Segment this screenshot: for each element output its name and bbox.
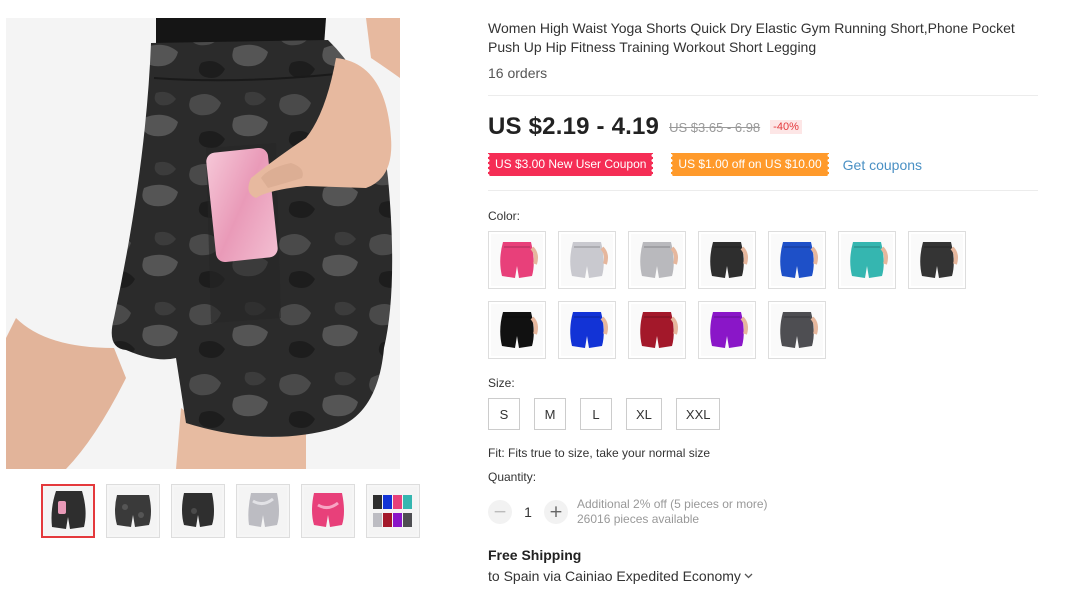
shipping-title: Free Shipping	[488, 547, 582, 563]
color-swatch-blue-tie-dye[interactable]	[768, 231, 826, 289]
color-swatch-black-camo-pocket[interactable]	[698, 231, 756, 289]
shipping-detail[interactable]: to Spain via Cainiao Expedited Economy	[488, 568, 753, 584]
shorts-thumbnail-icon	[239, 487, 287, 535]
product-title: Women High Waist Yoga Shorts Quick Dry E…	[488, 20, 1015, 55]
shorts-swatch-icon	[631, 304, 683, 356]
shipping-method: to Spain via Cainiao Expedited Economy	[488, 568, 741, 584]
color-swatch-black[interactable]	[488, 301, 546, 359]
shorts-swatch-icon	[631, 234, 683, 286]
stock-available: 26016 pieces available	[577, 512, 700, 526]
shorts-thumbnail-icon	[304, 487, 352, 535]
size-option-l[interactable]: L	[580, 398, 612, 430]
minus-icon[interactable]: −	[488, 500, 512, 524]
divider	[488, 95, 1038, 96]
quantity-label: Quantity:	[488, 470, 537, 484]
price-row: US $2.19 - 4.19 US $3.65 - 6.98 -40%	[488, 113, 802, 141]
thumbnail-6[interactable]	[366, 484, 420, 538]
color-swatch-teal-tie-dye[interactable]	[838, 231, 896, 289]
shorts-swatch-icon	[771, 304, 823, 356]
shorts-thumbnail-icon	[109, 487, 157, 535]
new-user-coupon[interactable]: US $3.00 New User Coupon	[485, 153, 656, 176]
color-label: Color:	[488, 209, 521, 223]
fit-note: Fit: Fits true to size, take your normal…	[488, 446, 711, 460]
original-price: US $3.65 - 6.98	[669, 119, 761, 135]
shorts-thumbnail-icon	[44, 487, 92, 535]
color-swatch-burgundy[interactable]	[628, 301, 686, 359]
discount-coupon[interactable]: US $1.00 off on US $10.00	[669, 153, 831, 176]
shorts-swatch-icon	[771, 234, 823, 286]
plus-icon[interactable]: +	[544, 500, 568, 524]
size-label: Size:	[488, 376, 515, 390]
shorts-swatch-icon	[491, 304, 543, 356]
coupon-row: US $3.00 New User Coupon US $1.00 off on…	[485, 153, 922, 176]
product-photo	[6, 18, 400, 469]
shorts-swatch-icon	[701, 234, 753, 286]
shorts-swatch-icon	[841, 234, 893, 286]
shorts-swatch-icon	[561, 304, 613, 356]
size-option-m[interactable]: M	[534, 398, 566, 430]
quantity-note: Additional 2% off (5 pieces or more) 260…	[577, 497, 768, 527]
shorts-thumbnail-icon	[174, 487, 222, 535]
thumbnail-5[interactable]	[301, 484, 355, 538]
discount-badge: -40%	[770, 120, 802, 134]
shorts-thumbnail-icon	[369, 487, 417, 535]
size-options: S M L XL XXL	[488, 398, 721, 430]
thumbnail-4[interactable]	[236, 484, 290, 538]
bulk-discount-note: Additional 2% off (5 pieces or more)	[577, 497, 768, 511]
color-swatch-grey-marble[interactable]	[628, 231, 686, 289]
color-swatch-pink-tie-dye[interactable]	[488, 231, 546, 289]
divider	[488, 190, 1038, 191]
color-swatch-black-camo[interactable]	[908, 231, 966, 289]
get-coupons-link[interactable]: Get coupons	[843, 157, 922, 173]
color-swatch-white-grey-tie-dye[interactable]	[558, 231, 616, 289]
chevron-down-icon	[744, 573, 753, 579]
shorts-swatch-icon	[561, 234, 613, 286]
quantity-value[interactable]: 1	[512, 504, 544, 520]
current-price: US $2.19 - 4.19	[488, 113, 660, 140]
quantity-stepper: − 1 + Additional 2% off (5 pieces or mor…	[488, 497, 768, 527]
main-product-image[interactable]	[6, 18, 400, 469]
thumbnail-3[interactable]	[171, 484, 225, 538]
color-swatch-dark-grey[interactable]	[768, 301, 826, 359]
color-swatch-royal-blue[interactable]	[558, 301, 616, 359]
thumbnail-1[interactable]	[41, 484, 95, 538]
order-count: 16 orders	[488, 65, 548, 81]
size-option-s[interactable]: S	[488, 398, 520, 430]
size-option-xl[interactable]: XL	[626, 398, 662, 430]
shorts-swatch-icon	[701, 304, 753, 356]
thumbnail-strip	[41, 484, 420, 538]
thumbnail-2[interactable]	[106, 484, 160, 538]
shorts-swatch-icon	[911, 234, 963, 286]
size-option-xxl[interactable]: XXL	[675, 398, 721, 430]
color-swatch-purple[interactable]	[698, 301, 756, 359]
shorts-swatch-icon	[491, 234, 543, 286]
